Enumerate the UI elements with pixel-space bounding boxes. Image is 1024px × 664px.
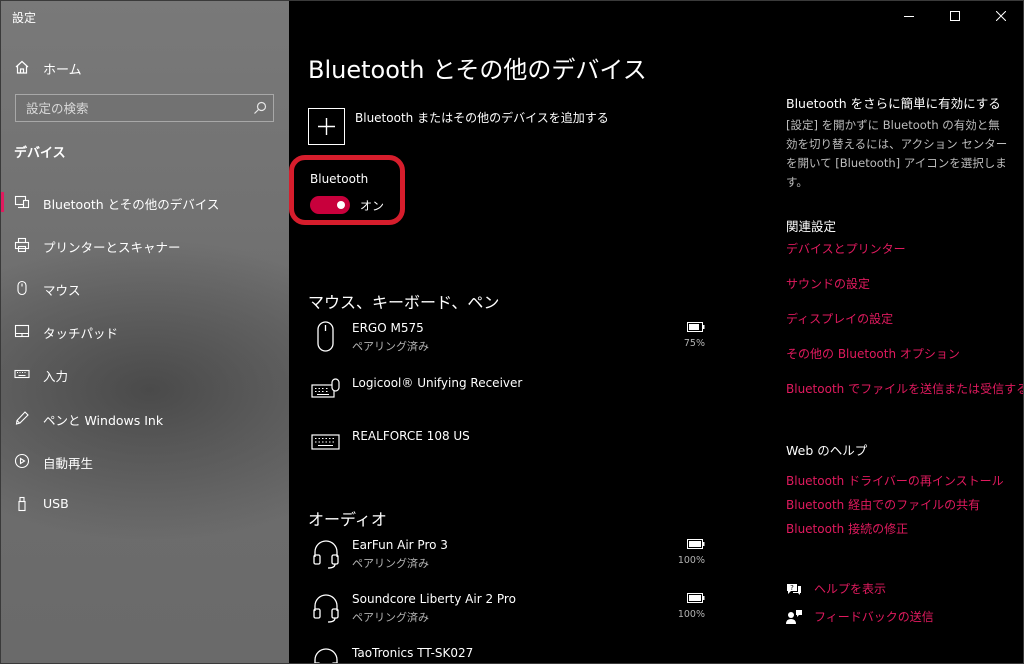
keyboard-icon [311,434,340,450]
mouse-icon [317,321,334,352]
tip-text: [設定] を開かずに Bluetooth の有効と無効を切り替えるには、アクショ… [786,118,1008,189]
main-content: Bluetooth とその他のデバイス Bluetooth またはその他のデバイ… [289,0,1024,664]
bluetooth-toggle[interactable] [310,196,350,214]
sidebar-item-label: 入力 [43,369,69,384]
help-chat-icon: ? [787,584,801,595]
sidebar-item-mouse[interactable]: マウス [0,272,289,304]
device-item[interactable]: Logicool® Unifying Receiver [311,375,711,415]
link-fix-connection[interactable]: Bluetooth 接続の修正 [786,520,908,537]
bluetooth-label: Bluetooth [310,172,369,186]
related-settings-title: 関連設定 [786,219,837,234]
sidebar: 設定 ホーム デバイス Bluetooth とその他のデバイス プリンターとスキ… [0,0,289,664]
group-title-audio: オーディオ [308,510,387,529]
device-item[interactable]: REALFORCE 108 US [311,428,711,468]
close-button[interactable] [978,0,1024,32]
search-icon[interactable] [253,101,267,115]
link-sound-settings[interactable]: サウンドの設定 [786,275,870,292]
sidebar-item-label: タッチパッド [43,326,119,341]
link-reinstall-driver[interactable]: Bluetooth ドライバーの再インストール [786,472,1004,489]
device-item[interactable]: TaoTronics TT-SK027 [311,645,711,664]
mouse-icon [17,280,27,296]
sidebar-item-label: USB [43,496,69,511]
printer-icon [14,237,30,253]
tip-title: Bluetooth をさらに簡単に有効にする [786,96,1001,111]
sidebar-item-autoplay[interactable]: 自動再生 [0,445,289,477]
link-send-receive-files[interactable]: Bluetooth でファイルを送信または受信する [786,380,1024,397]
toggle-knob [337,201,345,209]
battery-icon [687,322,705,332]
nav-home[interactable]: ホーム [0,52,289,82]
battery-level: 100% [677,609,705,620]
battery-icon [687,593,705,603]
get-help-label: ヘルプを表示 [814,582,887,596]
autoplay-icon [14,453,30,469]
device-item[interactable]: Soundcore Liberty Air 2 Pro ペアリング済み 100% [311,591,711,631]
device-name: Soundcore Liberty Air 2 Pro [352,592,516,606]
maximize-button[interactable] [932,0,978,32]
maximize-icon [950,11,960,21]
device-name: EarFun Air Pro 3 [352,538,448,552]
device-name: ERGO M575 [352,321,424,335]
svg-text:?: ? [790,584,794,592]
sidebar-item-label: 自動再生 [43,456,94,471]
nav-home-label: ホーム [43,63,82,78]
link-devices-printers[interactable]: デバイスとプリンター [786,240,906,257]
device-item[interactable]: ERGO M575 ペアリング済み 75% [311,320,711,360]
device-name: REALFORCE 108 US [352,429,470,443]
add-device-label: Bluetooth またはその他のデバイスを追加する [355,111,609,125]
touchpad-icon [14,324,30,338]
bluetooth-toggle-state: オン [360,199,385,213]
device-name: TaoTronics TT-SK027 [352,646,474,660]
page-title: Bluetooth とその他のデバイス [308,56,647,84]
minimize-button[interactable] [886,0,932,32]
feedback-label: フィードバックの送信 [814,610,934,624]
minimize-icon [904,16,914,17]
home-icon [15,60,29,74]
link-share-files[interactable]: Bluetooth 経由でのファイルの共有 [786,496,980,513]
device-status: ペアリング済み [352,557,429,570]
sidebar-item-usb[interactable]: USB [0,488,289,520]
sidebar-item-label: Bluetooth とその他のデバイス [43,197,220,212]
add-device-plus-box [308,108,345,145]
usb-icon [18,496,26,512]
sidebar-item-bluetooth[interactable]: Bluetooth とその他のデバイス [0,186,289,218]
keyboard-mouse-icon [311,378,340,398]
sidebar-item-label: マウス [43,283,81,298]
close-icon [996,11,1006,21]
window-controls [886,0,1024,32]
device-item[interactable]: EarFun Air Pro 3 ペアリング済み 100% [311,537,711,577]
device-status: ペアリング済み [352,611,429,624]
device-status: ペアリング済み [352,340,429,353]
pen-icon [15,411,29,425]
section-title: デバイス [14,146,66,161]
sidebar-item-label: プリンターとスキャナー [43,240,181,255]
group-title-input-devices: マウス、キーボード、ペン [308,293,500,312]
bluetooth-devices-icon [14,195,30,209]
battery-level: 100% [677,555,705,566]
battery-icon [687,539,705,549]
link-display-settings[interactable]: ディスプレイの設定 [786,310,893,327]
sidebar-item-typing[interactable]: 入力 [0,358,289,390]
device-name: Logicool® Unifying Receiver [352,376,523,390]
sidebar-item-touchpad[interactable]: タッチパッド [0,315,289,347]
sidebar-item-label: ペンと Windows Ink [43,413,164,428]
headset-icon [313,594,339,623]
active-indicator [0,192,4,212]
bluetooth-highlight-annotation [289,155,405,225]
settings-search[interactable] [15,94,274,122]
feedback-icon [786,610,802,624]
headset-icon [313,540,339,569]
app-title: 設定 [12,11,37,25]
plus-icon [318,118,335,135]
sidebar-item-pen[interactable]: ペンと Windows Ink [0,402,289,434]
keyboard-icon [14,369,30,379]
headset-icon [313,648,339,664]
sidebar-item-printers[interactable]: プリンターとスキャナー [0,229,289,261]
web-help-title: Web のヘルプ [786,443,868,458]
link-more-bluetooth-options[interactable]: その他の Bluetooth オプション [786,345,960,362]
battery-level: 75% [683,338,705,349]
search-input[interactable] [16,95,246,121]
